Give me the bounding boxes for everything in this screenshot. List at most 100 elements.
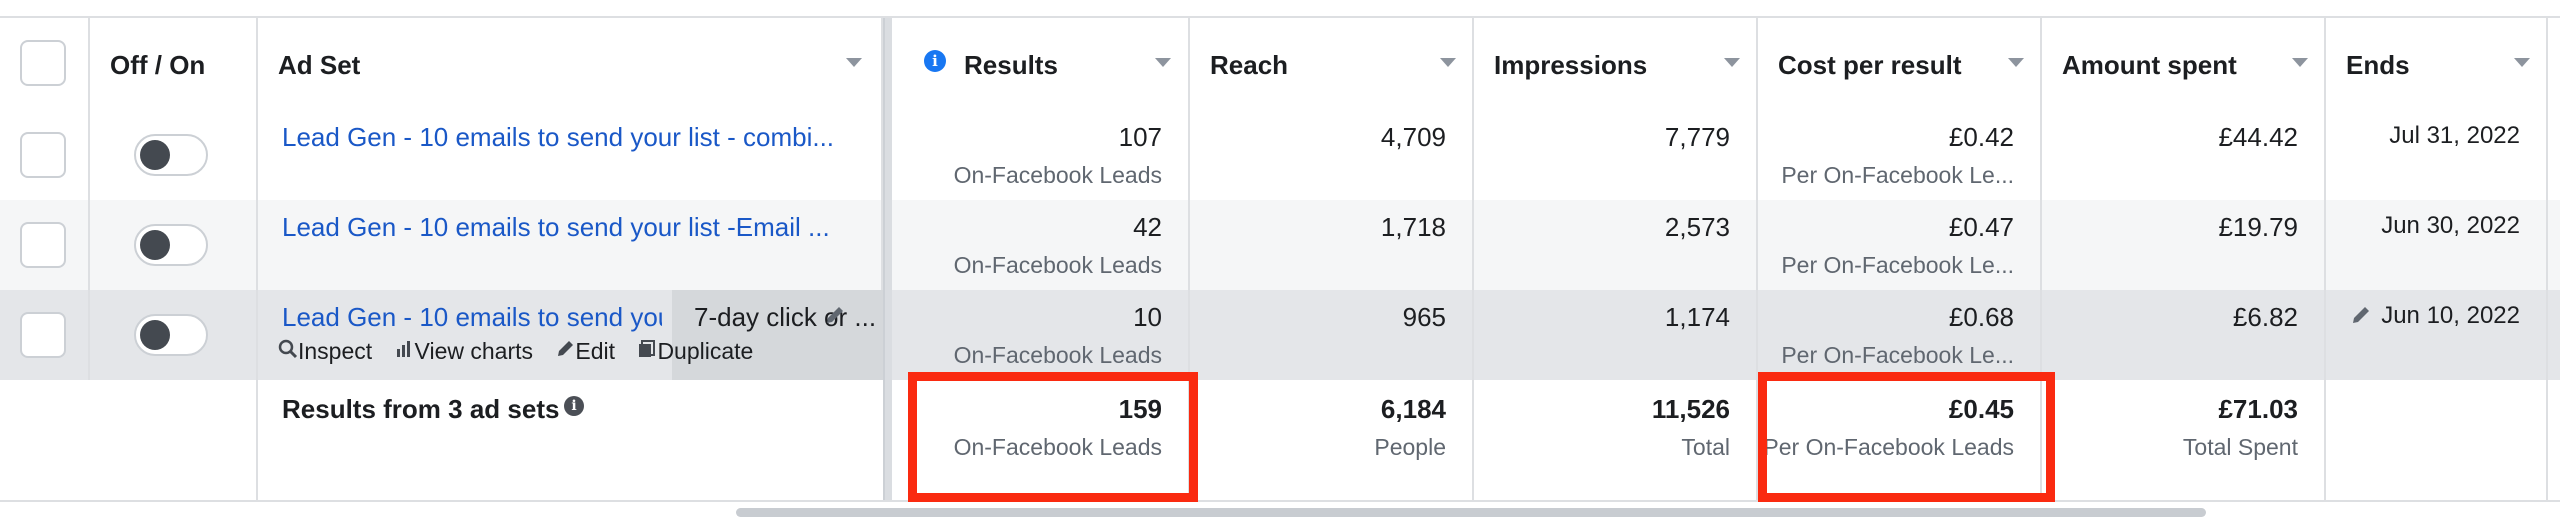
summary-reach-value: 6,184 <box>1380 394 1446 424</box>
row-hover-actions: Inspect View charts Edit Duplicate <box>278 338 769 365</box>
header-select-all-cell <box>0 18 90 110</box>
summary-reach-cell: 6,184 People <box>1190 380 1474 500</box>
summary-impressions-cell: 11,526 Total <box>1474 380 1758 500</box>
pencil-icon[interactable] <box>2350 304 2372 331</box>
toggle-knob <box>140 140 170 170</box>
results-subtext: On-Facebook Leads <box>953 162 1162 188</box>
ad-set-name-link[interactable]: Lead Gen - 10 emails to send your list -… <box>282 302 662 333</box>
ends-value: Jun 10, 2022 <box>2381 302 2520 329</box>
caret-down-icon[interactable] <box>1440 58 1456 67</box>
pencil-icon <box>555 338 575 364</box>
duplicate-action[interactable]: Duplicate <box>637 338 753 364</box>
summary-impressions-value: 11,526 <box>1651 394 1730 424</box>
ad-set-name-link[interactable]: Lead Gen - 10 emails to send your list -… <box>282 212 852 243</box>
edit-action[interactable]: Edit <box>555 338 621 364</box>
header-ad-set[interactable]: Ad Set <box>258 18 883 110</box>
summary-impressions-subtext: Total <box>1681 434 1730 460</box>
row-results-cell: 107 On-Facebook Leads <box>890 110 1190 200</box>
row-results-cell: 10 On-Facebook Leads <box>890 290 1190 380</box>
ad-set-toggle[interactable] <box>134 224 208 266</box>
row-reach-cell: 1,718 <box>1190 200 1474 290</box>
caret-down-icon[interactable] <box>2292 58 2308 67</box>
impressions-value: 7,779 <box>1664 122 1730 152</box>
header-cost-per-result-label: Cost per result <box>1778 50 1962 80</box>
row-spent-cell: £6.82 <box>2042 290 2326 380</box>
row-cpr-cell: £0.68 Per On-Facebook Le... <box>1758 290 2042 380</box>
header-results[interactable]: i Results <box>890 18 1190 110</box>
row-spent-cell: £19.79 <box>2042 200 2326 290</box>
magnifier-icon <box>278 338 298 364</box>
bar-chart-icon <box>395 338 415 364</box>
row-impressions-cell: 2,573 <box>1474 200 1758 290</box>
view-charts-action[interactable]: View charts <box>395 338 540 364</box>
row-checkbox[interactable] <box>20 222 66 268</box>
ends-value: Jun 30, 2022 <box>2381 212 2520 239</box>
summary-spent-cell: £71.03 Total Spent <box>2042 380 2326 500</box>
caret-down-icon[interactable] <box>1155 58 1171 67</box>
row-reach-cell: 4,709 <box>1190 110 1474 200</box>
caret-down-icon[interactable] <box>846 58 862 67</box>
info-icon[interactable]: i <box>924 50 946 72</box>
header-ends[interactable]: Ends <box>2326 18 2548 110</box>
highlight-box-results <box>908 372 1198 502</box>
cost-per-result-value: £0.47 <box>1948 212 2014 242</box>
header-off-on[interactable]: Off / On <box>90 18 258 110</box>
ad-set-toggle[interactable] <box>134 314 208 356</box>
summary-row: Results from 3 ad sets i 159 On-Facebook… <box>0 380 2560 502</box>
row-cpr-cell: £0.47 Per On-Facebook Le... <box>1758 200 2042 290</box>
reach-value: 1,718 <box>1380 212 1446 242</box>
row-toggle-cell <box>90 110 258 200</box>
edit-label: Edit <box>575 338 616 364</box>
row-ends-cell: Jun 10, 2022 <box>2326 290 2548 380</box>
row-toggle-cell <box>90 290 258 380</box>
frozen-column-divider[interactable] <box>883 18 892 500</box>
table-row[interactable]: Lead Gen - 10 emails to send your list -… <box>0 110 2560 202</box>
table-header: Off / On Ad Set i Results Reach Impressi… <box>0 18 2560 112</box>
summary-spent-subtext: Total Spent <box>2182 434 2298 460</box>
table-row[interactable]: Lead Gen - 10 emails to send your list -… <box>0 290 2560 382</box>
row-spent-cell: £44.42 <box>2042 110 2326 200</box>
row-ad-set-cell: Lead Gen - 10 emails to send your list -… <box>258 200 883 290</box>
view-charts-label: View charts <box>414 338 534 364</box>
cost-per-result-value: £0.42 <box>1948 122 2014 152</box>
row-toggle-cell <box>90 200 258 290</box>
caret-down-icon[interactable] <box>2514 58 2530 67</box>
ad-set-toggle[interactable] <box>134 134 208 176</box>
toggle-knob <box>140 320 170 350</box>
reach-value: 965 <box>1402 302 1446 332</box>
inspect-action[interactable]: Inspect <box>278 338 379 364</box>
cost-per-result-value: £0.68 <box>1948 302 2014 332</box>
amount-spent-value: £44.42 <box>2218 122 2298 152</box>
reach-value: 4,709 <box>1380 122 1446 152</box>
highlight-box-cost-per-result <box>1758 372 2055 502</box>
row-select-cell <box>0 110 90 200</box>
ends-value: Jul 31, 2022 <box>2389 122 2520 149</box>
header-amount-spent[interactable]: Amount spent <box>2042 18 2326 110</box>
row-select-cell <box>0 200 90 290</box>
row-ends-cell: Jul 31, 2022 <box>2326 110 2548 200</box>
table-row[interactable]: Lead Gen - 10 emails to send your list -… <box>0 200 2560 292</box>
horizontal-scrollbar[interactable] <box>736 508 2206 517</box>
row-checkbox[interactable] <box>20 132 66 178</box>
ad-set-name-link[interactable]: Lead Gen - 10 emails to send your list -… <box>282 122 852 153</box>
caret-down-icon[interactable] <box>2008 58 2024 67</box>
select-all-checkbox[interactable] <box>20 40 66 86</box>
row-results-cell: 42 On-Facebook Leads <box>890 200 1190 290</box>
results-value: 107 <box>1118 122 1162 152</box>
pencil-icon[interactable] <box>824 304 846 331</box>
caret-down-icon[interactable] <box>1724 58 1740 67</box>
row-impressions-cell: 1,174 <box>1474 290 1758 380</box>
header-amount-spent-label: Amount spent <box>2062 50 2237 80</box>
row-ad-set-cell: Lead Gen - 10 emails to send your list -… <box>258 290 883 380</box>
summary-reach-subtext: People <box>1374 434 1446 460</box>
header-reach-label: Reach <box>1210 50 1289 80</box>
cost-per-result-subtext: Per On-Facebook Le... <box>1781 162 2014 188</box>
header-cost-per-result[interactable]: Cost per result <box>1758 18 2042 110</box>
summary-spent-value: £71.03 <box>2218 394 2298 424</box>
results-subtext: On-Facebook Leads <box>953 252 1162 278</box>
info-icon[interactable]: i <box>564 396 584 416</box>
header-reach[interactable]: Reach <box>1190 18 1474 110</box>
header-impressions[interactable]: Impressions <box>1474 18 1758 110</box>
row-checkbox[interactable] <box>20 312 66 358</box>
summary-label: Results from 3 ad sets <box>282 394 560 424</box>
